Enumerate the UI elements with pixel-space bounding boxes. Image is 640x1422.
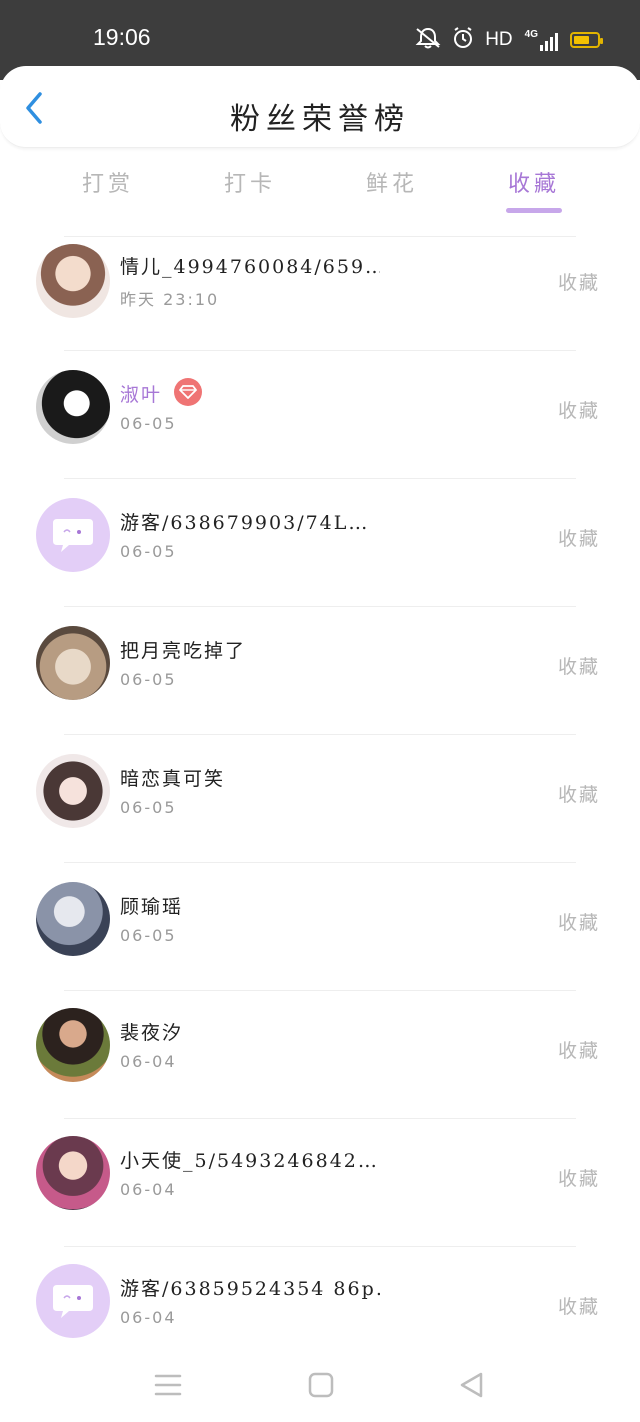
tab-reward[interactable]: 打赏	[48, 166, 168, 198]
timestamp: 06-04	[120, 1052, 177, 1071]
tab-bar: 打赏 打卡 鲜花 收藏	[0, 158, 640, 218]
timestamp: 06-05	[120, 414, 177, 433]
signal-icon: 4G	[525, 29, 558, 51]
tab-checkin[interactable]: 打卡	[190, 166, 310, 198]
page-title: 粉丝荣誉榜	[230, 102, 410, 137]
gift-type: 收藏	[558, 1040, 601, 1062]
photo-avatar[interactable]	[36, 1008, 110, 1082]
costume-girl-avatar[interactable]	[36, 1136, 110, 1210]
user-name: 游客/638679903/74L…	[120, 512, 370, 534]
gift-type: 收藏	[558, 784, 601, 806]
battery-level	[574, 36, 590, 44]
tab-active-indicator	[506, 208, 562, 213]
bell-muted-icon	[415, 27, 441, 53]
user-name: 顾瑜瑶	[120, 896, 184, 918]
timestamp: 昨天 23:10	[120, 290, 220, 309]
list-item[interactable]: 暗恋真可笑 06-05 收藏	[0, 734, 640, 862]
back-triangle-icon[interactable]	[457, 1370, 487, 1400]
timestamp: 06-05	[120, 798, 177, 817]
user-name: 小天使_5/5493246842…	[120, 1150, 379, 1172]
user-name: 暗恋真可笑	[120, 768, 226, 790]
cat-avatar[interactable]	[36, 626, 110, 700]
user-name: 淑叶	[120, 384, 163, 406]
status-icons: HD 4G	[415, 27, 603, 53]
chat-bubble-icon	[53, 1285, 93, 1318]
manga-girl-avatar[interactable]	[36, 370, 110, 444]
default-chat-avatar[interactable]	[36, 498, 110, 572]
gift-type: 收藏	[558, 1296, 601, 1318]
hd-label: HD	[485, 29, 513, 50]
list-item[interactable]: 把月亮吃掉了 06-05 收藏	[0, 606, 640, 734]
anime-girl-avatar[interactable]	[36, 754, 110, 828]
tab-favorites[interactable]: 收藏	[474, 166, 594, 198]
diamond-badge-icon	[174, 378, 202, 406]
anime-girl-avatar[interactable]	[36, 244, 110, 318]
user-name: 情儿_4994760084/659…	[120, 256, 380, 278]
gift-type: 收藏	[558, 272, 601, 294]
gift-type: 收藏	[558, 656, 601, 678]
chat-bubble-icon	[53, 519, 93, 552]
gift-type: 收藏	[558, 1168, 601, 1190]
network-label: 4G	[524, 29, 538, 40]
timestamp: 06-04	[120, 1180, 177, 1199]
list-item[interactable]: 游客/638679903/74L… 06-05 收藏	[0, 478, 640, 606]
list-item[interactable]: 顾瑜瑶 06-05 收藏	[0, 862, 640, 990]
list-item[interactable]: 裴夜汐 06-04 收藏	[0, 990, 640, 1118]
list-item[interactable]: 小天使_5/5493246842… 06-04 收藏	[0, 1118, 640, 1246]
default-chat-avatar[interactable]	[36, 1264, 110, 1338]
list-item[interactable]: 情儿_4994760084/659… 昨天 23:10 收藏	[0, 236, 640, 364]
user-name: 游客/63859524354 86p…	[120, 1278, 380, 1300]
tab-flowers[interactable]: 鲜花	[332, 166, 452, 198]
user-name: 把月亮吃掉了	[120, 640, 247, 662]
timestamp: 06-04	[120, 1308, 177, 1327]
list-item[interactable]: 淑叶 06-05 收藏	[0, 350, 640, 478]
timestamp: 06-05	[120, 542, 177, 561]
home-square-icon[interactable]	[306, 1370, 336, 1400]
menu-icon[interactable]	[153, 1370, 183, 1400]
user-name: 裴夜汐	[120, 1022, 184, 1044]
app-header: 粉丝荣誉榜	[0, 66, 640, 148]
gift-type: 收藏	[558, 912, 601, 934]
gift-type: 收藏	[558, 400, 601, 422]
photo-avatar[interactable]	[36, 882, 110, 956]
gift-type: 收藏	[558, 528, 601, 550]
system-nav-bar	[0, 1346, 640, 1422]
timestamp: 06-05	[120, 926, 177, 945]
timestamp: 06-05	[120, 670, 177, 689]
alarm-icon	[453, 27, 473, 53]
status-time: 19:06	[93, 24, 151, 50]
battery-icon	[570, 32, 603, 48]
